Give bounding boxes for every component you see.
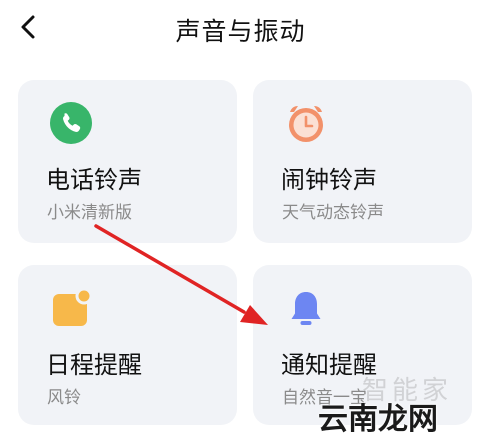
card-alarm-ringtone[interactable]: 闹钟铃声 天气动态铃声 xyxy=(253,80,472,243)
watermark-logo-text: 云南龙网 xyxy=(318,402,438,437)
card-title: 闹钟铃声 xyxy=(281,166,377,194)
card-title: 电话铃声 xyxy=(46,166,142,194)
header-bar: 声音与振动 xyxy=(0,0,481,60)
card-subtitle: 天气动态铃声 xyxy=(282,203,384,223)
card-phone-ringtone[interactable]: 电话铃声 小米清新版 xyxy=(18,80,237,243)
bell-icon xyxy=(291,292,321,325)
phone-icon xyxy=(50,102,92,144)
card-subtitle: 风铃 xyxy=(47,388,81,408)
alarm-clock-icon xyxy=(289,106,323,142)
card-title: 日程提醒 xyxy=(46,351,142,379)
card-calendar-reminder[interactable]: 日程提醒 风铃 xyxy=(18,265,237,425)
card-subtitle: 小米清新版 xyxy=(47,203,132,223)
calendar-icon xyxy=(53,287,92,326)
page-title: 声音与振动 xyxy=(175,17,306,46)
